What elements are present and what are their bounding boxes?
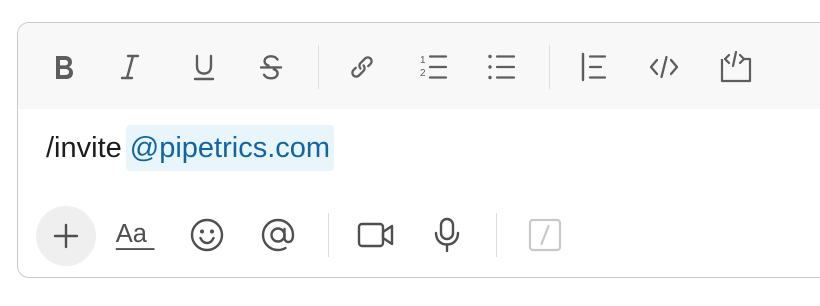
code-block-icon (720, 50, 752, 83)
bottom-bar-divider (328, 213, 329, 257)
video-camera-icon (357, 222, 394, 248)
bottom-bar-divider (496, 213, 497, 257)
underline-icon (193, 54, 215, 81)
shortcuts-button[interactable] (523, 205, 567, 265)
svg-text:2: 2 (420, 68, 426, 79)
bulleted-list-icon (488, 54, 516, 80)
link-button[interactable] (340, 45, 384, 89)
attach-button[interactable] (36, 206, 96, 266)
blockquote-button[interactable] (572, 45, 616, 89)
code-icon (649, 55, 679, 79)
message-composer: 1 2 /invite @pipetrics.com Aa (17, 22, 820, 278)
svg-text:1: 1 (420, 55, 426, 66)
italic-button[interactable] (108, 45, 152, 89)
strikethrough-button[interactable] (249, 45, 293, 89)
formatting-toolbar: 1 2 (18, 23, 820, 109)
at-sign-icon (261, 218, 295, 252)
text-format-icon: Aa (115, 220, 155, 251)
underline-button[interactable] (182, 45, 226, 89)
microphone-icon (434, 217, 460, 253)
emoji-button[interactable] (185, 205, 229, 265)
bulleted-list-button[interactable] (479, 45, 523, 89)
strikethrough-icon (259, 55, 283, 80)
message-input[interactable]: /invite @pipetrics.com (46, 125, 335, 171)
toolbar-divider (549, 45, 550, 89)
italic-icon (120, 54, 140, 80)
mention-button[interactable] (256, 205, 300, 265)
slash-command-text: /invite (46, 132, 122, 164)
bold-icon (56, 56, 73, 79)
code-block-button[interactable] (714, 45, 758, 89)
audio-button[interactable] (425, 205, 469, 265)
emoji-icon (190, 218, 224, 252)
blockquote-icon (581, 52, 607, 82)
toolbar-divider (318, 45, 319, 89)
formatting-toggle-button[interactable]: Aa (114, 205, 158, 265)
bold-button[interactable] (41, 45, 85, 89)
slash-command-icon (528, 218, 562, 252)
text-format-label: Aa (116, 220, 148, 248)
ordered-list-icon: 1 2 (420, 55, 448, 79)
code-button[interactable] (642, 45, 686, 89)
link-icon (351, 56, 373, 78)
plus-icon (53, 223, 79, 249)
mention-chip[interactable]: @pipetrics.com (125, 125, 335, 171)
video-button[interactable] (354, 205, 398, 265)
ordered-list-button[interactable]: 1 2 (411, 45, 455, 89)
